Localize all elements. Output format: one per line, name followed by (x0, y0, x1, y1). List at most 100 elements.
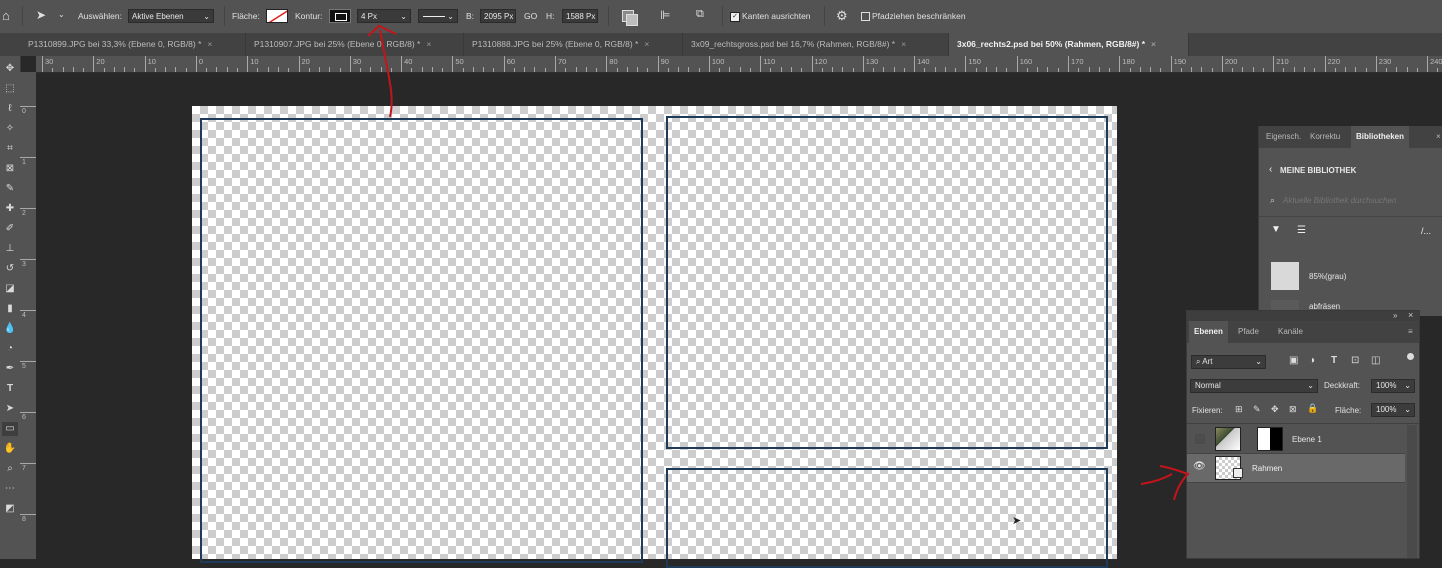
back-chevron-icon[interactable]: ‹ (1269, 164, 1272, 175)
crop-tool-icon[interactable]: ⌗ (2, 142, 18, 156)
blur-tool-icon[interactable]: 💧 (2, 322, 18, 336)
filter-icon[interactable]: ▼ (1271, 224, 1281, 235)
ruler-tick (862, 56, 864, 72)
filter-pixel-icon[interactable]: ▣ (1289, 355, 1298, 366)
library-search-input[interactable] (1283, 193, 1433, 207)
document-canvas[interactable] (192, 106, 1117, 568)
eraser-tool-icon[interactable]: ◪ (2, 282, 18, 296)
move-tool-icon[interactable]: ✥ (2, 62, 18, 76)
stroke-type-dropdown[interactable]: ⌄ (418, 9, 458, 23)
stamp-tool-icon[interactable]: ⊥ (2, 242, 18, 256)
sort-icon[interactable]: ☰ (1297, 225, 1306, 236)
pen-tool-icon[interactable]: ✒ (2, 362, 18, 376)
height-input[interactable]: 1588 Px (562, 9, 598, 23)
rectangle-tool-icon[interactable]: ▭ (2, 422, 18, 436)
tab-properties[interactable]: Eigensch. (1261, 126, 1306, 148)
path-selection-icon[interactable]: ➤ (2, 402, 18, 416)
tab-libraries[interactable]: Bibliotheken (1351, 126, 1410, 148)
close-icon[interactable]: × (644, 39, 649, 49)
lock-transparent-icon[interactable]: ⊞ (1235, 404, 1243, 415)
brush-tool-icon[interactable]: ✐ (2, 222, 18, 236)
filter-toggle[interactable] (1407, 353, 1414, 360)
width-input[interactable]: 2095 Px (480, 9, 516, 23)
home-icon[interactable]: ⌂ (2, 8, 10, 23)
gradient-tool-icon[interactable]: ▮ (2, 302, 18, 316)
lock-image-icon[interactable]: ✎ (1253, 404, 1261, 415)
eye-icon[interactable]: 👁 (1193, 461, 1206, 472)
stroke-width-input[interactable]: 4 Px ⌄ (357, 9, 411, 23)
layer-row-ebene-1[interactable]: Ebene 1 (1187, 425, 1405, 454)
fill-swatch[interactable] (266, 9, 288, 23)
color-swatches-icon[interactable]: ◩ (2, 502, 18, 516)
layers-scrollbar[interactable] (1407, 425, 1417, 558)
collapse-icon[interactable]: » (1393, 311, 1397, 320)
eyedropper-icon[interactable]: ✎ (2, 182, 18, 196)
close-icon[interactable]: × (207, 39, 212, 49)
gear-icon[interactable]: ⚙ (836, 8, 848, 24)
layer-filter-dropdown[interactable]: ⌕ Art ⌄ (1191, 355, 1266, 369)
align-edges-checkbox[interactable]: ✓ (730, 12, 740, 22)
ruler-tick (20, 259, 36, 260)
ruler-tick (349, 56, 351, 72)
panel-menu-icon[interactable]: ≡ (1403, 321, 1418, 343)
type-tool-icon[interactable]: T (2, 382, 18, 396)
link-icon[interactable]: GO (524, 11, 537, 21)
tab-document-1[interactable]: P1310899.JPG bei 33,3% (Ebene 0, RGB/8) … (20, 33, 246, 56)
constrain-paths-checkbox[interactable] (861, 12, 870, 21)
frame-left[interactable] (200, 118, 643, 563)
chevron-down-icon[interactable]: ⌄ (58, 10, 65, 19)
close-icon[interactable]: × (426, 39, 431, 49)
stroke-swatch[interactable] (329, 9, 351, 23)
layer-row-rahmen[interactable]: 👁 Rahmen (1187, 454, 1405, 483)
zoom-tool-icon[interactable]: ⌕ (2, 462, 18, 476)
tab-layers[interactable]: Ebenen (1189, 321, 1228, 343)
magic-wand-icon[interactable]: ✧ (2, 122, 18, 136)
more-options[interactable]: /... (1421, 226, 1431, 236)
filter-smart-object-icon[interactable]: ◫ (1371, 355, 1380, 366)
frame-top-right[interactable] (666, 116, 1108, 449)
tab-document-3[interactable]: P1310888.JPG bei 25% (Ebene 0, RGB/8) * × (464, 33, 683, 56)
path-arrangement-icon[interactable]: ⧉ (696, 8, 704, 21)
close-icon[interactable]: × (901, 39, 906, 49)
path-alignment-icon[interactable]: ⊫ (660, 8, 670, 22)
ruler-label: 220 (1327, 57, 1341, 66)
blend-mode-dropdown[interactable]: Normal ⌄ (1190, 379, 1318, 393)
move-tool-icon[interactable]: ➤ (36, 8, 46, 22)
tab-document-4[interactable]: 3x09_rechtsgross.psd bei 16,7% (Rahmen, … (683, 33, 949, 56)
tab-channels[interactable]: Kanäle (1273, 321, 1308, 343)
dodge-tool-icon[interactable]: ◔ (2, 342, 18, 356)
more-tools-icon[interactable]: ⋯ (2, 482, 18, 496)
filter-adjustment-icon[interactable]: ◑ (1309, 355, 1315, 366)
lasso-tool-icon[interactable]: ℓ (2, 102, 18, 116)
ruler-minor-tick (1006, 68, 1008, 72)
lock-all-icon[interactable]: 🔒 (1307, 403, 1318, 414)
frame-bottom-right[interactable] (666, 468, 1108, 568)
select-dropdown[interactable]: Aktive Ebenen ⌄ (128, 9, 214, 23)
library-breadcrumb[interactable]: MEINE BIBLIOTHEK (1280, 166, 1356, 175)
tab-document-2[interactable]: P1310907.JPG bei 25% (Ebene 0, RGB/8) * × (246, 33, 464, 56)
healing-brush-icon[interactable]: ✚ (2, 202, 18, 216)
visibility-toggle[interactable] (1195, 434, 1205, 444)
layer-mask-thumbnail[interactable] (1257, 427, 1283, 451)
tab-adjustments[interactable]: Korrektu (1305, 126, 1345, 148)
tab-paths[interactable]: Pfade (1233, 321, 1264, 343)
library-item[interactable]: 85%(grau) (1259, 257, 1442, 291)
lock-artboard-icon[interactable]: ⊠ (1289, 404, 1297, 415)
filter-shape-icon[interactable]: ⊡ (1351, 355, 1359, 366)
opacity-input[interactable]: 100% ⌄ (1371, 379, 1415, 393)
tab-document-5[interactable]: 3x06_rechts2.psd bei 50% (Rahmen, RGB/8#… (949, 33, 1189, 56)
frame-tool-icon[interactable]: ⊠ (2, 162, 18, 176)
fill-input[interactable]: 100% ⌄ (1371, 403, 1415, 417)
fill-label: Fläche: (1335, 406, 1362, 415)
history-brush-icon[interactable]: ↺ (2, 262, 18, 276)
close-icon[interactable]: × (1431, 126, 1442, 148)
close-icon[interactable]: × (1408, 310, 1413, 320)
marquee-tool-icon[interactable]: ⬚ (2, 82, 18, 96)
tab-label: P1310899.JPG bei 33,3% (Ebene 0, RGB/8) … (28, 39, 202, 49)
ruler-minor-tick (1416, 68, 1418, 72)
lock-position-icon[interactable]: ✥ (1271, 404, 1279, 415)
filter-type-icon[interactable]: T (1331, 355, 1337, 366)
close-icon[interactable]: × (1151, 39, 1156, 49)
ruler-tick (195, 56, 197, 72)
hand-tool-icon[interactable]: ✋ (2, 442, 18, 456)
